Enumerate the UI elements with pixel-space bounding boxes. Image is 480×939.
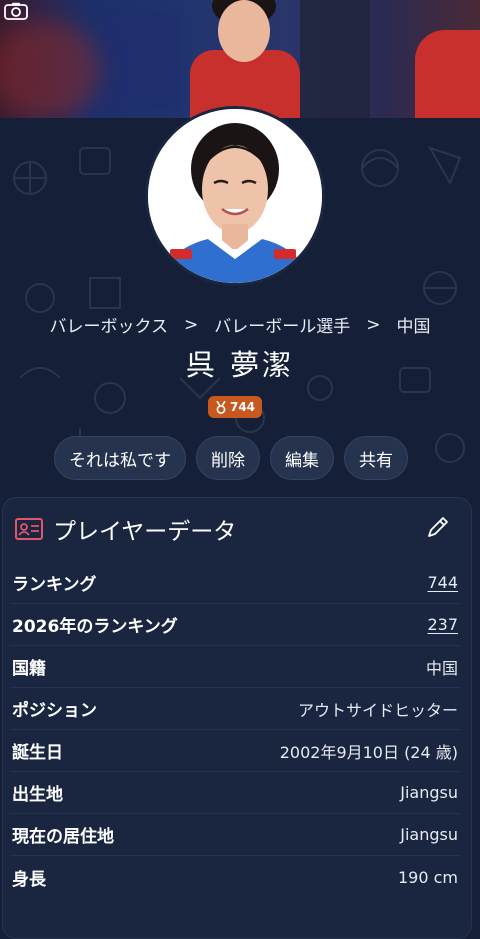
data-row-residence: 現在の居住地 Jiangsu: [10, 814, 460, 856]
ranking-link[interactable]: 744: [427, 573, 458, 592]
breadcrumb-item-volleybox[interactable]: バレーボックス: [50, 312, 169, 337]
id-card-icon: [15, 518, 43, 540]
action-bar: それは私です 削除 編集 共有: [54, 436, 408, 480]
breadcrumb-item-players[interactable]: バレーボール選手: [214, 312, 350, 337]
player-avatar: [148, 109, 322, 283]
delete-button[interactable]: 削除: [196, 436, 260, 480]
rank-badge: 744: [208, 396, 262, 418]
breadcrumb-separator: >: [366, 314, 381, 335]
data-value: Jiangsu: [400, 783, 458, 802]
data-label: ポジション: [12, 701, 97, 721]
data-label: 誕生日: [12, 743, 63, 763]
data-value: 中国: [425, 658, 458, 678]
player-data-list: ランキング 744 2026年のランキング 237 国籍 中国 ポジション アウ…: [10, 562, 460, 898]
data-row-birthplace: 出生地 Jiangsu: [10, 772, 460, 814]
rank-badge-value: 744: [229, 400, 256, 414]
data-row-ranking: ランキング 744: [10, 562, 460, 604]
data-row-birthday: 誕生日 2002年9月10日 (24 歳): [10, 730, 460, 772]
share-button[interactable]: 共有: [344, 436, 408, 480]
breadcrumb-item-country[interactable]: 中国: [397, 312, 431, 337]
data-value: 190 cm: [397, 867, 458, 887]
breadcrumb: バレーボックス > バレーボール選手 > 中国: [0, 312, 480, 338]
medal-icon: [216, 400, 226, 414]
data-row-season-ranking: 2026年のランキング 237: [10, 604, 460, 646]
card-header: プレイヤーデータ: [15, 512, 236, 546]
data-label: 現在の居住地: [12, 827, 114, 847]
data-row-nationality: 国籍 中国: [10, 646, 460, 688]
data-value: アウトサイドヒッター: [297, 700, 458, 720]
breadcrumb-separator: >: [184, 314, 199, 335]
edit-button[interactable]: 編集: [270, 436, 334, 480]
data-label: 2026年のランキング: [12, 617, 178, 637]
data-label: 出生地: [12, 785, 63, 805]
claim-profile-button[interactable]: それは私です: [54, 436, 186, 480]
card-title: プレイヤーデータ: [53, 519, 237, 545]
data-label: 国籍: [12, 659, 46, 679]
data-value: 2002年9月10日 (24 歳): [279, 742, 458, 762]
data-label: ランキング: [12, 575, 97, 595]
pencil-icon[interactable]: [425, 514, 451, 540]
camera-icon[interactable]: [4, 2, 28, 20]
cover-photo: [0, 0, 480, 118]
data-label: 身長: [12, 869, 46, 890]
data-row-height: 身長 190 cm: [10, 856, 460, 898]
season-ranking-link[interactable]: 237: [427, 615, 458, 634]
data-value: Jiangsu: [400, 825, 458, 844]
data-row-position: ポジション アウトサイドヒッター: [10, 688, 460, 730]
player-name: 呉 夢潔: [185, 348, 295, 382]
